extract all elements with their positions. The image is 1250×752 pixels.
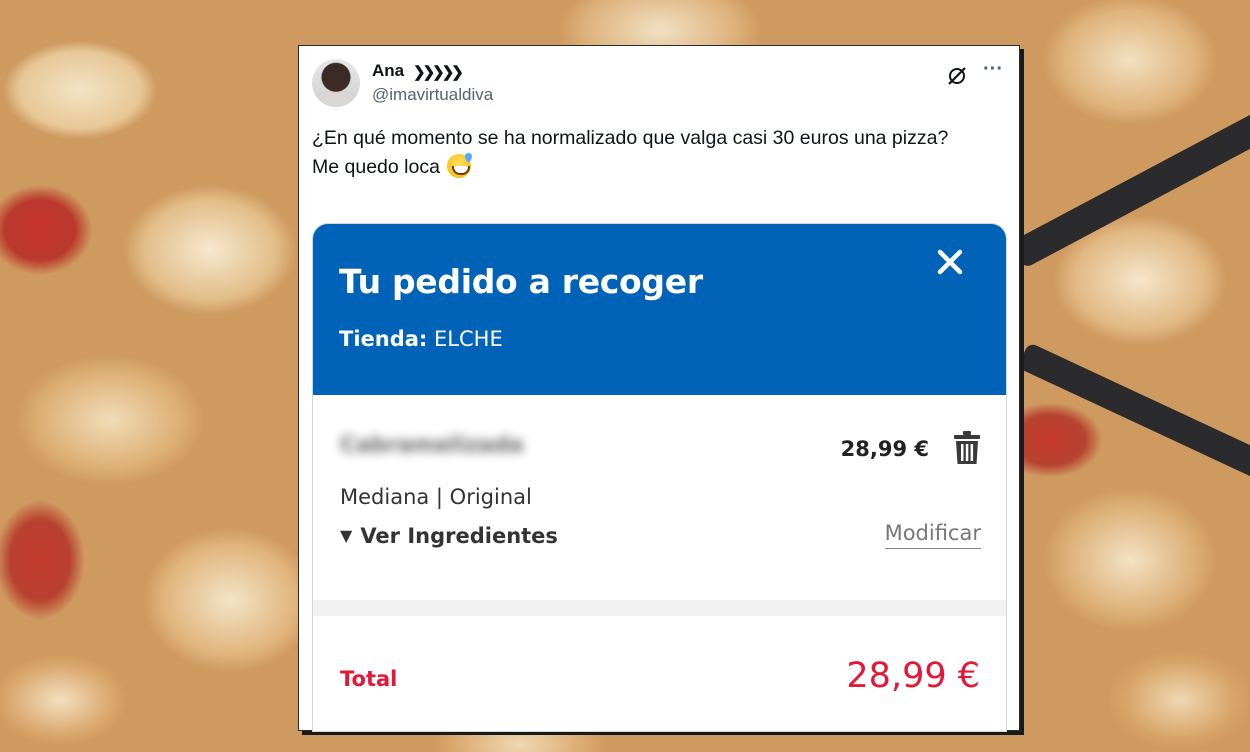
close-icon[interactable] xyxy=(934,246,966,278)
store-line: Tienda: ELCHE xyxy=(339,327,503,351)
store-label: Tienda: xyxy=(339,327,428,351)
item-name-blurred: Cabramelizada xyxy=(340,433,524,461)
avatar[interactable] xyxy=(312,59,360,107)
item-price: 28,99 € xyxy=(840,437,929,461)
modify-link[interactable]: Modificar xyxy=(884,521,981,549)
triangle-down-icon: ▼ xyxy=(340,526,353,545)
item-size: Mediana | Original xyxy=(340,485,532,509)
user-handle[interactable]: @imavirtualdiva xyxy=(372,85,493,105)
user-name-suffix: ❯❯❯❯❯ xyxy=(413,64,464,81)
tweet-text-line-2: Me quedo loca xyxy=(312,156,440,178)
total-value: 28,99 € xyxy=(846,656,980,696)
tweet-text-line: Me quedo loca xyxy=(312,153,1006,182)
order-screenshot[interactable]: Tu pedido a recoger Tienda: ELCHE Cabram… xyxy=(312,223,1007,732)
tweet-text: ¿En qué momento se ha normalizado que va… xyxy=(312,124,1006,182)
pizza-slice-cut xyxy=(1017,342,1250,486)
total-label: Total xyxy=(340,667,398,691)
view-ingredients-toggle[interactable]: ▼ Ver Ingredientes xyxy=(340,524,558,548)
tweet-header: Ana ❯❯❯❯❯ @imavirtualdiva ··· xyxy=(312,58,1006,122)
order-item: Cabramelizada 28,99 € Mediana | Original… xyxy=(313,395,1006,600)
grinning-sweat-emoji-icon xyxy=(447,153,473,178)
pizza-slice-cut xyxy=(1010,101,1250,269)
grok-icon[interactable] xyxy=(946,65,968,87)
order-title: Tu pedido a recoger xyxy=(339,262,703,301)
tweet-card: Ana ❯❯❯❯❯ @imavirtualdiva ··· ¿En qué mo… xyxy=(298,45,1020,732)
item-name: Cabramelizada xyxy=(340,433,524,458)
more-icon[interactable]: ··· xyxy=(980,59,1006,84)
order-total: Total 28,99 € xyxy=(313,616,1006,731)
tweet-text-line: ¿En qué momento se ha normalizado que va… xyxy=(312,127,949,149)
user-display-name[interactable]: Ana xyxy=(372,61,404,81)
store-value: ELCHE xyxy=(434,327,503,351)
trash-icon[interactable] xyxy=(952,430,982,466)
order-header: Tu pedido a recoger Tienda: ELCHE xyxy=(313,224,1006,395)
ingredients-label: Ver Ingredientes xyxy=(360,524,558,548)
